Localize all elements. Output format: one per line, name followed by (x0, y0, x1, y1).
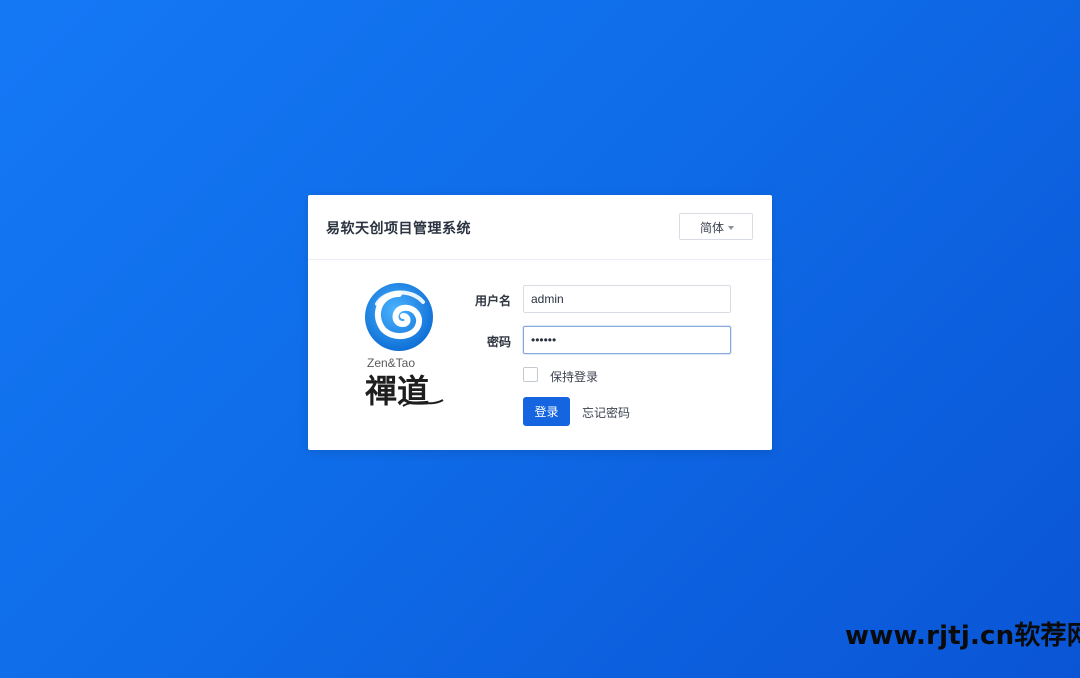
remember-label: 保持登录 (550, 370, 599, 384)
chinese-logotype: 禪道 (365, 372, 444, 410)
watermark: www.rjtj.cn软荐网 (845, 621, 1080, 651)
language-select[interactable]: 简体 (679, 213, 753, 240)
password-label: 密码 (486, 335, 511, 349)
username-label: 用户名 (474, 294, 511, 308)
password-field[interactable] (523, 326, 731, 354)
login-card: 易软天创项目管理系统 简体 Zen&Tao 禪道 用户名 密码 保持登录 (308, 195, 772, 450)
caret-down-icon (728, 226, 734, 230)
zentao-logo: Zen&Tao 禪道 (363, 282, 447, 412)
logo-chinese-text: 禪道 (365, 372, 429, 410)
forgot-password-link[interactable]: 忘记密码 (582, 404, 630, 421)
page-title: 易软天创项目管理系统 (326, 221, 471, 237)
logo-caption: Zen&Tao (367, 356, 416, 370)
swirl-icon (365, 283, 433, 351)
card-header: 易软天创项目管理系统 简体 (308, 195, 772, 260)
login-button[interactable]: 登录 (523, 397, 570, 426)
language-label: 简体 (700, 221, 725, 235)
username-field[interactable] (523, 285, 731, 313)
remember-checkbox[interactable] (523, 367, 538, 382)
